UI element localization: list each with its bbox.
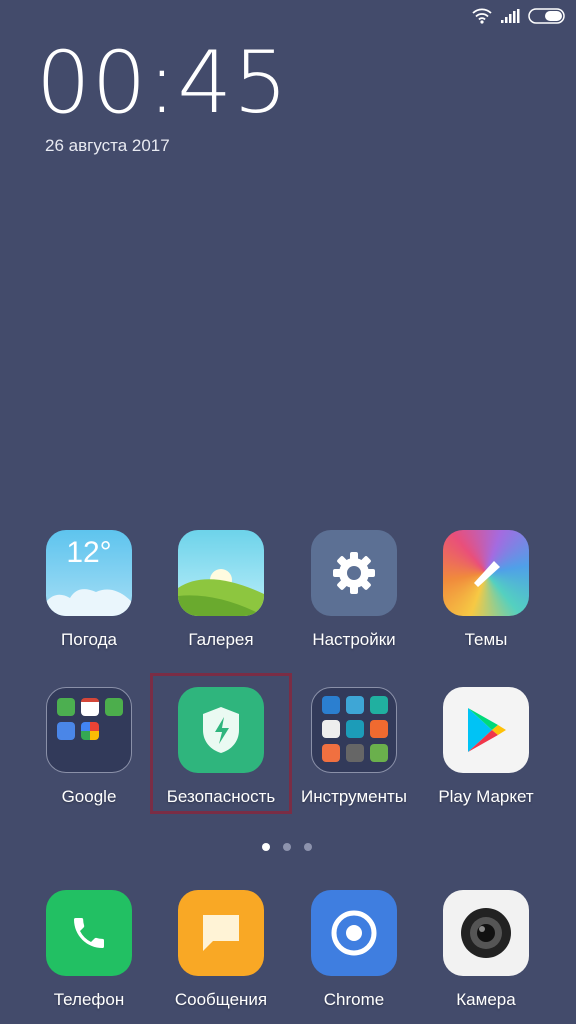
downloads-icon	[370, 744, 388, 762]
dock-messages[interactable]: Сообщения	[155, 890, 287, 1010]
folder-tools[interactable]: Инструменты	[288, 687, 420, 807]
app-settings[interactable]: Настройки	[288, 530, 420, 650]
folder-icon	[311, 687, 397, 773]
app-weather[interactable]: 12° Погода	[23, 530, 155, 650]
clock-time[interactable]: 00:45	[36, 40, 289, 126]
page-dot-3[interactable]	[304, 843, 312, 851]
wifi-icon	[472, 8, 492, 24]
app-play-store[interactable]: Play Маркет	[420, 687, 552, 807]
maps-icon	[57, 698, 75, 716]
page-dot-1[interactable]	[262, 843, 270, 851]
recorder-icon	[346, 720, 364, 738]
phone-icon	[46, 890, 132, 976]
app-label: Телефон	[53, 990, 125, 1009]
app-label: Камера	[456, 990, 516, 1009]
folder-google[interactable]: Google	[23, 687, 155, 807]
page-dot-2[interactable]	[283, 843, 291, 851]
page-indicator[interactable]	[262, 843, 312, 851]
status-bar	[472, 6, 566, 26]
translate-icon	[57, 722, 75, 740]
app-label: Галерея	[188, 630, 254, 649]
mail-icon	[322, 720, 340, 738]
app-label: Google	[61, 787, 117, 806]
hangouts-icon	[105, 698, 123, 716]
app-label: Play Маркет	[438, 787, 534, 806]
messages-icon	[178, 890, 264, 976]
folder-icon	[46, 687, 132, 773]
dock-phone[interactable]: Телефон	[23, 890, 155, 1010]
photos-icon	[81, 722, 99, 740]
scanner-icon	[346, 744, 364, 762]
app-label: Настройки	[312, 630, 396, 649]
app-label: Темы	[464, 630, 508, 649]
battery-icon	[528, 8, 565, 24]
weather-temp: 12°	[66, 536, 112, 569]
app-label: Chrome	[323, 990, 385, 1009]
gallery-icon	[178, 530, 264, 616]
chrome-icon	[311, 890, 397, 976]
themes-icon	[443, 530, 529, 616]
app-label: Погода	[61, 630, 117, 649]
app-gallery[interactable]: Галерея	[155, 530, 287, 650]
dock-chrome[interactable]: Chrome	[288, 890, 420, 1010]
clock-date[interactable]: 26 августа 2017	[45, 136, 170, 156]
security-shield-icon	[178, 687, 264, 773]
gmail-icon	[81, 698, 99, 716]
play-store-icon	[443, 687, 529, 773]
app-security[interactable]: Безопасность	[155, 687, 287, 807]
app-label: Безопасность	[166, 787, 276, 806]
feedback-icon	[322, 744, 340, 762]
settings-icon	[311, 530, 397, 616]
app-label: Сообщения	[174, 990, 268, 1009]
contacts-icon	[322, 696, 340, 714]
screen-recorder-icon	[370, 720, 388, 738]
weather-icon: 12°	[46, 530, 132, 616]
dock-camera[interactable]: Камера	[420, 890, 552, 1010]
radio-icon	[370, 696, 388, 714]
compass-icon	[346, 696, 364, 714]
app-themes[interactable]: Темы	[420, 530, 552, 650]
signal-icon	[501, 9, 520, 23]
app-label: Инструменты	[300, 787, 407, 806]
camera-icon	[443, 890, 529, 976]
